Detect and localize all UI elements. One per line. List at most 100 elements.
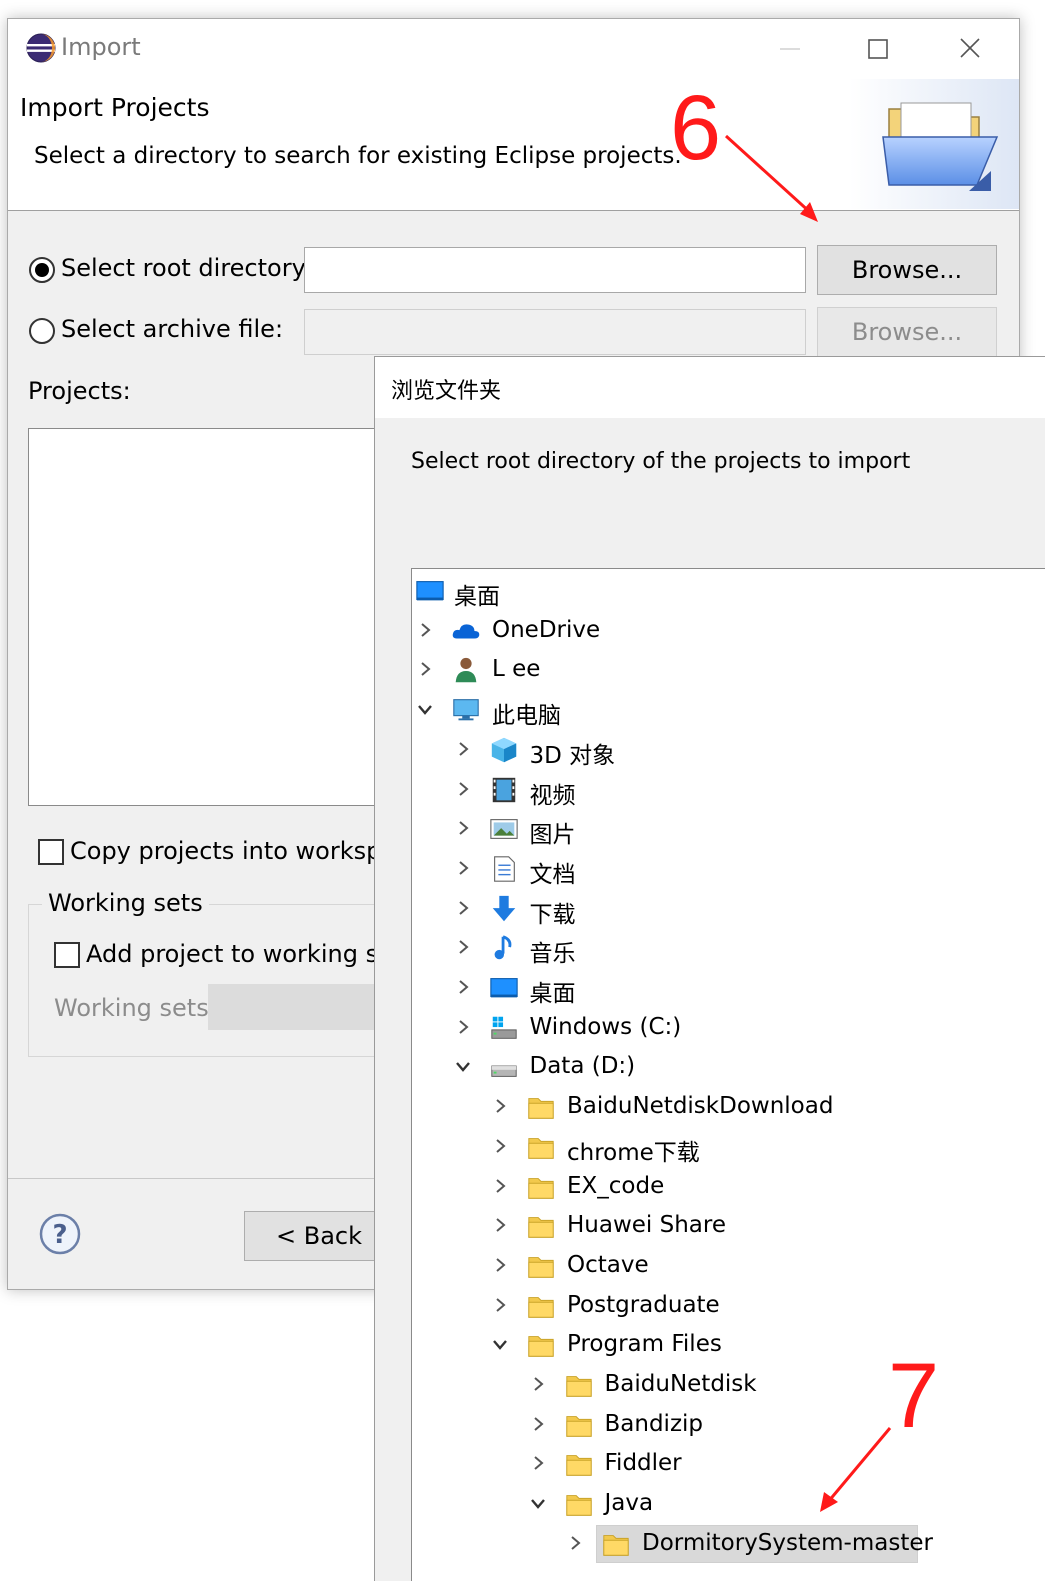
folder-icon: [528, 1177, 554, 1199]
working-sets-combo[interactable]: [208, 984, 388, 1030]
tree-item[interactable]: BaiduNetdisk: [412, 1365, 1045, 1405]
window-title: Import: [61, 33, 141, 61]
projects-label: Projects:: [28, 377, 131, 405]
dialog-prompt: Select root directory of the projects to…: [411, 449, 911, 474]
tree-item[interactable]: Windows (C:): [412, 1008, 1045, 1048]
chevron-right-icon[interactable]: [454, 780, 472, 798]
folder-icon: [565, 1376, 592, 1397]
chevron-right-icon[interactable]: [454, 899, 472, 917]
browse-archive-button[interactable]: Browse...: [817, 307, 997, 357]
archive-file-input[interactable]: [304, 309, 806, 355]
tree-item[interactable]: 视频: [412, 770, 1045, 810]
chevron-right-icon[interactable]: [491, 1216, 509, 1234]
tree-item-label: 此电脑: [492, 703, 561, 730]
tree-item[interactable]: DormitorySystem-master: [412, 1524, 1045, 1564]
chevron-right-icon[interactable]: [454, 859, 472, 877]
tree-item-label: 3D 对象: [529, 742, 616, 769]
tree-item-label: L ee: [492, 656, 541, 683]
tree-item[interactable]: Octave: [412, 1246, 1045, 1286]
chevron-right-icon[interactable]: [416, 660, 434, 678]
chevron-right-icon[interactable]: [454, 938, 472, 956]
tree-item-label: BaiduNetdisk: [604, 1371, 757, 1397]
tree-item-label: OneDrive: [492, 616, 601, 643]
wizard-page-description: Select a directory to search for existin…: [34, 143, 682, 169]
minimize-icon[interactable]: [768, 29, 812, 69]
chevron-right-icon[interactable]: [454, 740, 472, 758]
tree-item[interactable]: Bandizip: [412, 1405, 1045, 1445]
maximize-icon[interactable]: [856, 29, 900, 69]
folder-icon: [528, 1256, 554, 1278]
projects-list[interactable]: [28, 428, 388, 806]
select-root-directory-label: Select root directory:: [61, 254, 313, 282]
tree-item-label: 桌面: [529, 981, 576, 1007]
chevron-right-icon[interactable]: [454, 978, 472, 996]
folder-icon: [528, 1336, 554, 1358]
tree-item-label: Huawei Share: [567, 1212, 727, 1239]
folder-icon: [528, 1137, 554, 1159]
tree-item-label: Java: [604, 1490, 654, 1517]
chevron-right-icon[interactable]: [491, 1097, 509, 1115]
help-icon[interactable]: ?: [38, 1212, 82, 1256]
browse-button[interactable]: Browse...: [817, 245, 997, 295]
chevron-down-icon[interactable]: [416, 700, 434, 718]
downloads-icon: [492, 895, 515, 921]
chevron-right-icon[interactable]: [529, 1454, 547, 1472]
chevron-right-icon[interactable]: [491, 1256, 509, 1274]
tree-item-label: Program Files: [567, 1331, 722, 1358]
tree-item[interactable]: L ee: [412, 650, 1045, 690]
add-to-working-sets-label: Add project to working sets: [86, 940, 415, 968]
tree-item[interactable]: Program Files: [412, 1325, 1045, 1365]
root-directory-input[interactable]: [304, 247, 806, 293]
chevron-right-icon[interactable]: [491, 1177, 509, 1195]
tree-item[interactable]: 桌面: [412, 571, 1045, 611]
tree-item[interactable]: OneDrive: [412, 611, 1045, 651]
chevron-down-icon[interactable]: [454, 1057, 472, 1075]
tree-item[interactable]: 桌面: [412, 968, 1045, 1008]
chevron-right-icon[interactable]: [529, 1415, 547, 1433]
chevron-right-icon[interactable]: [416, 621, 434, 639]
onedrive-cloud-icon: [452, 624, 480, 639]
tree-item[interactable]: 此电脑: [412, 690, 1045, 730]
select-root-directory-radio[interactable]: [29, 257, 55, 283]
folder-icon: [528, 1217, 554, 1238]
desktop-icon: [489, 978, 518, 998]
close-icon[interactable]: [948, 29, 992, 69]
tree-item[interactable]: Postgraduate: [412, 1286, 1045, 1326]
chevron-right-icon[interactable]: [491, 1137, 509, 1155]
tree-item[interactable]: chrome下载: [412, 1127, 1045, 1167]
chevron-down-icon[interactable]: [529, 1494, 547, 1512]
chevron-down-icon[interactable]: [491, 1335, 509, 1353]
chevron-right-icon[interactable]: [454, 1018, 472, 1036]
tree-item-label: Windows (C:): [529, 1013, 682, 1040]
folder-icon: [565, 1495, 592, 1516]
tree-item-label: chrome下载: [567, 1139, 700, 1166]
chevron-right-icon[interactable]: [491, 1296, 509, 1314]
tree-item[interactable]: BaiduNetdiskDownload: [412, 1087, 1045, 1127]
tree-item-label: Data (D:): [529, 1053, 636, 1080]
tree-item[interactable]: 3D 对象: [412, 730, 1045, 770]
music-icon: [494, 935, 511, 960]
add-to-working-sets-checkbox[interactable]: [54, 942, 80, 968]
tree-item[interactable]: Data (D:): [412, 1047, 1045, 1087]
folder-tree[interactable]: 桌面 OneDrive L ee 此电脑 3D 对象 视频 图片 文档 下载 音乐 桌面 Window…: [411, 568, 1045, 1581]
chevron-right-icon[interactable]: [529, 1375, 547, 1393]
tree-item[interactable]: Java: [412, 1484, 1045, 1524]
tree-item[interactable]: 下载: [412, 889, 1045, 929]
chevron-right-icon[interactable]: [566, 1534, 584, 1552]
title-bar[interactable]: Import: [8, 19, 1019, 79]
tree-item[interactable]: Huawei Share: [412, 1206, 1045, 1246]
back-button[interactable]: < Back: [244, 1211, 394, 1261]
copy-projects-checkbox[interactable]: [38, 839, 64, 865]
chevron-right-icon[interactable]: [454, 819, 472, 837]
tree-item[interactable]: 文档: [412, 849, 1045, 889]
tree-item[interactable]: 音乐: [412, 928, 1045, 968]
dialog-title-bar[interactable]: 浏览文件夹: [375, 357, 1045, 418]
tree-item[interactable]: 图片: [412, 809, 1045, 849]
tree-item-label: 音乐: [529, 941, 576, 968]
folder-icon: [528, 1098, 554, 1119]
select-archive-file-radio[interactable]: [29, 318, 55, 344]
tree-item[interactable]: Fiddler: [412, 1444, 1045, 1484]
desktop-icon: [416, 581, 444, 601]
user-icon: [455, 658, 477, 683]
tree-item[interactable]: EX_code: [412, 1167, 1045, 1207]
